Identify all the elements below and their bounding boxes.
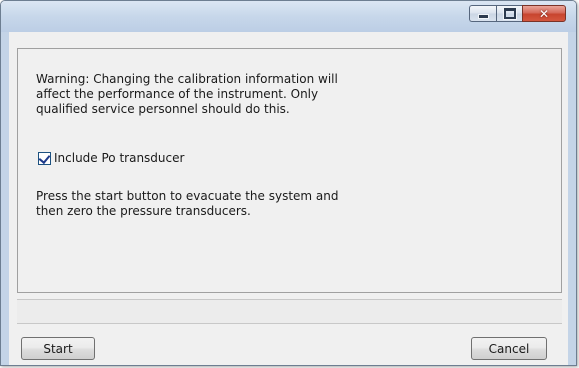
status-strip (17, 299, 562, 324)
checkbox-label[interactable]: Include Po transducer (54, 151, 184, 165)
instruction-message: Press the start button to evacuate the s… (36, 189, 339, 218)
minimize-button[interactable] (469, 5, 496, 22)
close-button[interactable]: ✕ (522, 5, 566, 22)
include-po-transducer-checkbox[interactable]: Include Po transducer (38, 151, 184, 165)
content-panel: Warning: Changing the calibration inform… (17, 48, 562, 293)
maximize-button[interactable] (496, 5, 522, 22)
window-frame-right (568, 32, 576, 365)
start-button[interactable]: Start (21, 337, 95, 360)
maximize-icon (503, 8, 516, 19)
window-frame-left (1, 32, 9, 365)
minimize-icon (477, 14, 489, 19)
caption-buttons: ✕ (469, 5, 566, 24)
calibration-dialog: ✕ Warning: Changing the calibration info… (0, 0, 577, 366)
warning-message: Warning: Changing the calibration inform… (36, 72, 338, 116)
checkmark-icon (38, 151, 51, 164)
checkbox-box[interactable] (38, 151, 51, 165)
close-icon: ✕ (538, 6, 550, 21)
title-bar[interactable]: ✕ (1, 1, 576, 32)
cancel-button[interactable]: Cancel (471, 337, 547, 360)
